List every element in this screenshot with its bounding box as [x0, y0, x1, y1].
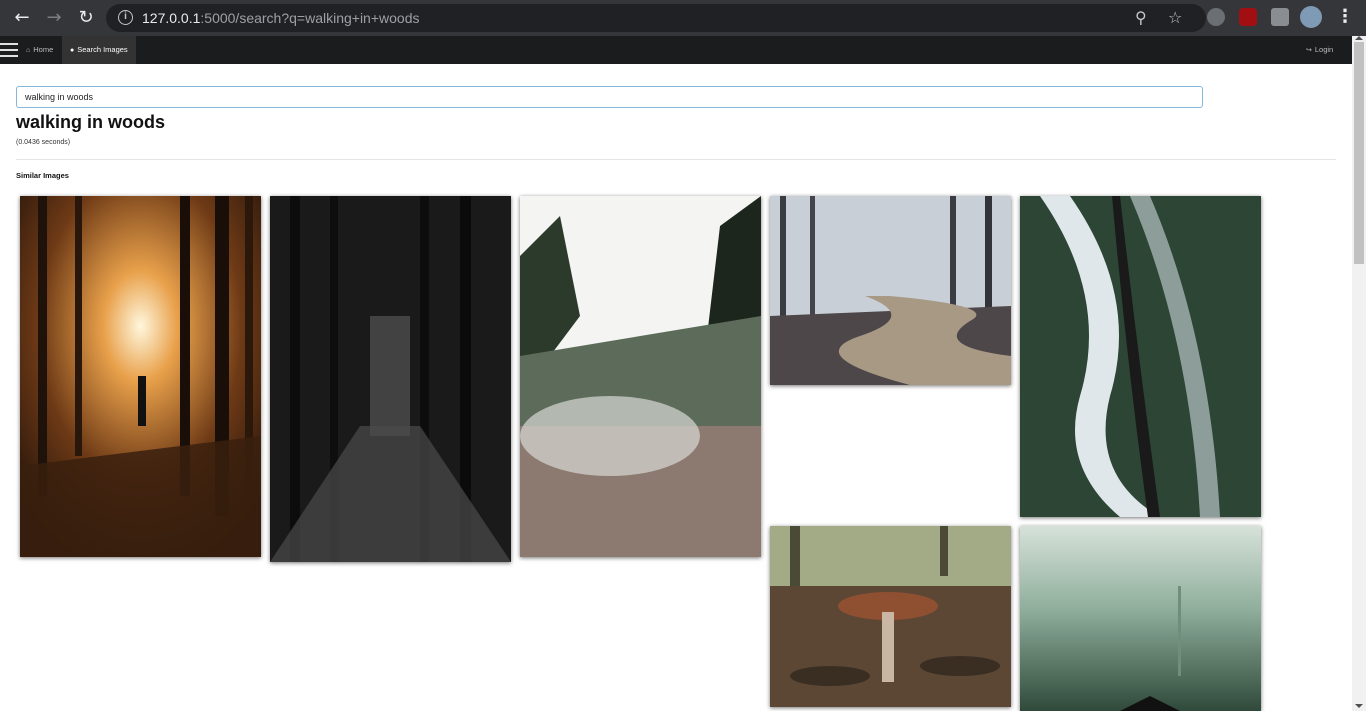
dark-forest-picture: [270, 196, 511, 562]
zoom-icon[interactable]: ⚲: [1135, 8, 1147, 27]
section-title: Similar Images: [16, 171, 69, 180]
fire-icon: ●: [70, 47, 75, 54]
foggy-forest-picture: [1020, 526, 1261, 711]
ublock-icon[interactable]: [1239, 8, 1257, 26]
result-image-mushroom[interactable]: [770, 526, 1011, 707]
scroll-down-arrow-icon[interactable]: [1355, 704, 1363, 708]
forest-sunset-picture: [20, 196, 261, 557]
divider: [16, 159, 1336, 160]
search-timing: (0.0436 seconds): [16, 139, 71, 146]
app-navbar: ⌂ Home ● Search Images ↪ Login: [0, 36, 1352, 64]
result-image-misty-valley[interactable]: [520, 196, 761, 557]
result-image-dark-forest[interactable]: [270, 196, 511, 562]
result-image-forest-sunset[interactable]: [20, 196, 261, 557]
misty-valley-picture: [520, 196, 761, 557]
browser-menu-icon[interactable]: ⋮: [1336, 6, 1354, 27]
result-image-frosty-road[interactable]: [770, 196, 1011, 385]
info-icon[interactable]: i: [118, 10, 133, 25]
search-input[interactable]: [16, 86, 1203, 108]
nav-login[interactable]: ↪ Login: [1298, 36, 1341, 64]
nav-home[interactable]: ⌂ Home: [18, 36, 61, 64]
browser-toolbar: ← → ↻ i 127.0.0.1:5000/search?q=walking+…: [0, 0, 1366, 36]
page-title: walking in woods: [16, 112, 166, 132]
profile-avatar[interactable]: [1300, 6, 1322, 28]
frosty-road-picture: [770, 196, 1011, 385]
result-image-aerial-road[interactable]: [1020, 196, 1261, 517]
forward-button[interactable]: →: [42, 6, 66, 30]
back-button[interactable]: ←: [10, 6, 34, 30]
hamburger-menu-icon[interactable]: [0, 43, 18, 57]
mushroom-picture: [770, 526, 1011, 707]
puzzle-extensions-icon[interactable]: [1271, 8, 1289, 26]
page-scrollbar[interactable]: [1352, 36, 1366, 711]
aerial-road-picture: [1020, 196, 1261, 517]
url-text[interactable]: 127.0.0.1:5000/search?q=walking+in+woods: [142, 10, 420, 26]
extension-owl-icon[interactable]: [1207, 8, 1225, 26]
reload-button[interactable]: ↻: [74, 6, 98, 30]
scrollbar-thumb[interactable]: [1354, 42, 1364, 264]
address-bar[interactable]: i 127.0.0.1:5000/search?q=walking+in+woo…: [106, 4, 1206, 32]
home-icon: ⌂: [26, 47, 31, 54]
nav-search-images[interactable]: ● Search Images: [62, 36, 136, 64]
bookmark-star-icon[interactable]: ☆: [1168, 8, 1182, 27]
result-image-foggy-forest[interactable]: [1020, 526, 1261, 711]
scroll-up-arrow-icon[interactable]: [1355, 36, 1363, 40]
login-icon: ↪: [1306, 47, 1312, 54]
